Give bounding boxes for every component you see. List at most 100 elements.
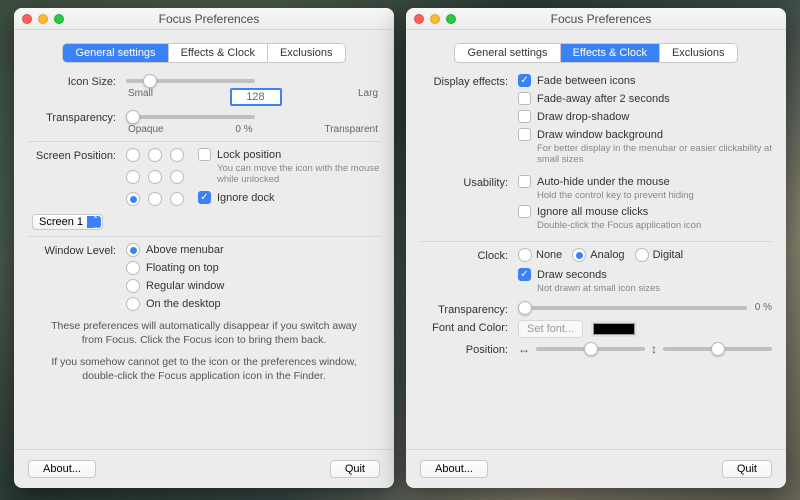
ignore-dock-label: Ignore dock bbox=[217, 191, 274, 205]
preferences-window-general: Focus Preferences General settings Effec… bbox=[14, 8, 394, 488]
transparency-label: Transparency: bbox=[28, 110, 126, 124]
clock-transparency-slider[interactable] bbox=[518, 306, 747, 310]
auto-hide-label: Auto-hide under the mouse bbox=[537, 175, 694, 189]
pos-radio[interactable] bbox=[148, 170, 162, 184]
set-font-button[interactable]: Set font... bbox=[518, 320, 583, 338]
preferences-window-effects: Focus Preferences General settings Effec… bbox=[406, 8, 786, 488]
ignore-clicks-label: Ignore all mouse clicks bbox=[537, 205, 701, 219]
lock-position-checkbox[interactable] bbox=[198, 148, 211, 161]
pos-radio[interactable] bbox=[126, 148, 140, 162]
titlebar[interactable]: Focus Preferences bbox=[406, 8, 786, 30]
pos-radio[interactable] bbox=[170, 170, 184, 184]
position-label: Position: bbox=[420, 342, 518, 356]
clock-none-label: None bbox=[536, 248, 562, 262]
traffic-lights bbox=[22, 14, 64, 24]
position-v-slider[interactable] bbox=[663, 347, 772, 351]
horizontal-arrows-icon: ↔ bbox=[518, 342, 530, 356]
window-level-opt: Regular window bbox=[146, 279, 224, 293]
about-button[interactable]: About... bbox=[28, 460, 96, 478]
screen-select-wrap[interactable]: Screen 1 bbox=[32, 214, 103, 230]
clock-analog-radio[interactable] bbox=[572, 248, 586, 262]
fade-away-label: Fade-away after 2 seconds bbox=[537, 92, 670, 106]
tab-general[interactable]: General settings bbox=[63, 44, 168, 62]
fade-away-checkbox[interactable] bbox=[518, 92, 531, 105]
clock-digital-label: Digital bbox=[653, 248, 684, 262]
window-level-radio[interactable] bbox=[126, 297, 140, 311]
ignore-clicks-checkbox[interactable] bbox=[518, 205, 531, 218]
clock-none-radio[interactable] bbox=[518, 248, 532, 262]
ignore-dock-checkbox[interactable] bbox=[198, 191, 211, 204]
tab-general[interactable]: General settings bbox=[455, 44, 560, 62]
note-1: These preferences will automatically dis… bbox=[28, 319, 380, 347]
window-level-label: Window Level: bbox=[28, 243, 126, 257]
fade-between-label: Fade between icons bbox=[537, 74, 635, 88]
tab-bar: General settings Effects & Clock Exclusi… bbox=[14, 44, 394, 62]
minimize-icon[interactable] bbox=[38, 14, 48, 24]
screen-position-label: Screen Position: bbox=[28, 148, 126, 162]
window-level-radio[interactable] bbox=[126, 279, 140, 293]
window-level-opt: On the desktop bbox=[146, 297, 221, 311]
clock-digital-radio[interactable] bbox=[635, 248, 649, 262]
vertical-arrows-icon: ↕ bbox=[651, 342, 657, 356]
titlebar[interactable]: Focus Preferences bbox=[14, 8, 394, 30]
window-level-opt: Floating on top bbox=[146, 261, 219, 275]
window-level-radio[interactable] bbox=[126, 243, 140, 257]
color-well[interactable] bbox=[591, 321, 637, 337]
screen-select[interactable]: Screen 1 bbox=[32, 214, 103, 230]
close-icon[interactable] bbox=[414, 14, 424, 24]
window-title: Focus Preferences bbox=[464, 12, 738, 26]
window-bg-sub: For better display in the menubar or eas… bbox=[537, 143, 772, 165]
clock-analog-label: Analog bbox=[590, 248, 624, 262]
traffic-lights bbox=[414, 14, 456, 24]
icon-size-slider[interactable] bbox=[126, 79, 255, 83]
pos-radio[interactable] bbox=[148, 192, 162, 206]
usability-label: Usability: bbox=[420, 175, 518, 189]
pos-radio[interactable] bbox=[170, 192, 184, 206]
draw-seconds-label: Draw seconds bbox=[537, 268, 660, 282]
transparency-min: Opaque bbox=[128, 124, 164, 135]
window-level-opt: Above menubar bbox=[146, 243, 224, 257]
quit-button[interactable]: Quit bbox=[722, 460, 772, 478]
auto-hide-sub: Hold the control key to prevent hiding bbox=[537, 190, 694, 201]
screen-position-grid[interactable] bbox=[126, 148, 188, 210]
pos-radio[interactable] bbox=[126, 192, 140, 206]
tab-effects[interactable]: Effects & Clock bbox=[561, 44, 660, 62]
font-color-label: Font and Color: bbox=[420, 320, 518, 334]
auto-hide-checkbox[interactable] bbox=[518, 175, 531, 188]
tab-exclusions[interactable]: Exclusions bbox=[660, 44, 737, 62]
transparency-max: Transparent bbox=[324, 124, 378, 135]
pos-radio[interactable] bbox=[148, 148, 162, 162]
close-icon[interactable] bbox=[22, 14, 32, 24]
draw-seconds-sub: Not drawn at small icon sizes bbox=[537, 283, 660, 294]
drop-shadow-label: Draw drop-shadow bbox=[537, 110, 629, 124]
display-effects-label: Display effects: bbox=[420, 74, 518, 88]
window-title: Focus Preferences bbox=[72, 12, 346, 26]
tab-effects[interactable]: Effects & Clock bbox=[169, 44, 268, 62]
position-h-slider[interactable] bbox=[536, 347, 645, 351]
note-2: If you somehow cannot get to the icon or… bbox=[28, 355, 380, 383]
ignore-clicks-sub: Double-click the Focus application icon bbox=[537, 220, 701, 231]
window-level-radio[interactable] bbox=[126, 261, 140, 275]
draw-seconds-checkbox[interactable] bbox=[518, 268, 531, 281]
lock-position-label: Lock position bbox=[217, 148, 380, 162]
window-bg-checkbox[interactable] bbox=[518, 128, 531, 141]
icon-size-max: Larg bbox=[358, 88, 378, 106]
transparency-value: 0 % bbox=[235, 124, 252, 135]
drop-shadow-checkbox[interactable] bbox=[518, 110, 531, 123]
quit-button[interactable]: Quit bbox=[330, 460, 380, 478]
clock-transparency-value: 0 % bbox=[755, 302, 772, 313]
fade-between-checkbox[interactable] bbox=[518, 74, 531, 87]
pos-radio[interactable] bbox=[126, 170, 140, 184]
minimize-icon[interactable] bbox=[430, 14, 440, 24]
transparency-slider[interactable] bbox=[126, 115, 255, 119]
about-button[interactable]: About... bbox=[420, 460, 488, 478]
tab-exclusions[interactable]: Exclusions bbox=[268, 44, 345, 62]
zoom-icon[interactable] bbox=[54, 14, 64, 24]
zoom-icon[interactable] bbox=[446, 14, 456, 24]
icon-size-value[interactable]: 128 bbox=[230, 88, 282, 106]
icon-size-min: Small bbox=[128, 88, 153, 106]
lock-position-sub: You can move the icon with the mouse whi… bbox=[217, 163, 380, 185]
pos-radio[interactable] bbox=[170, 148, 184, 162]
clock-label: Clock: bbox=[420, 248, 518, 262]
tab-bar: General settings Effects & Clock Exclusi… bbox=[406, 44, 786, 62]
